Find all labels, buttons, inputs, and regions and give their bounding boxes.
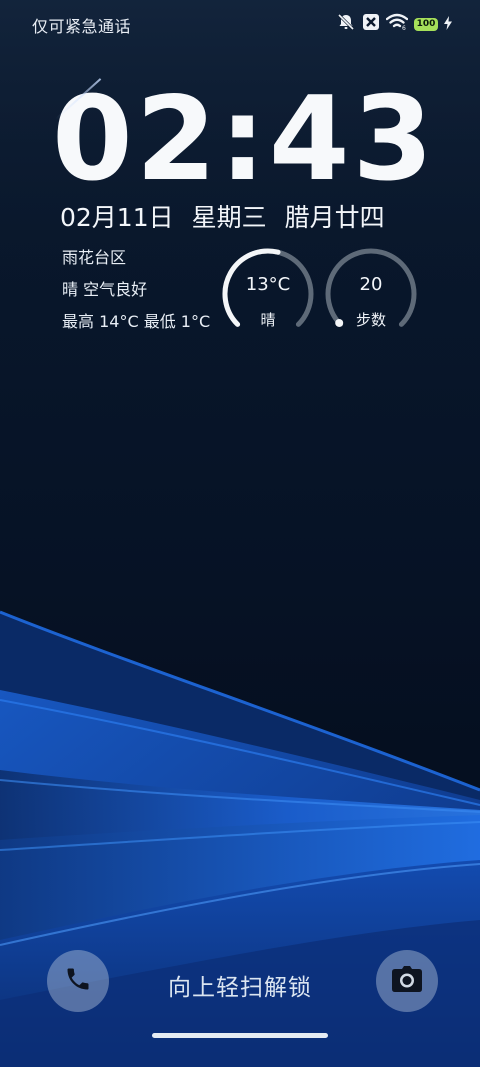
steps-label: 步数: [355, 311, 386, 329]
steps-gauge[interactable]: 20 步数: [323, 246, 419, 342]
date-day: 02月11日: [60, 203, 174, 232]
camera-icon: [391, 965, 423, 997]
charging-icon: [444, 15, 452, 34]
clock-time: 02:43: [52, 72, 437, 207]
camera-button[interactable]: [376, 950, 438, 1012]
temperature-gauge[interactable]: 13°C 晴: [220, 246, 316, 342]
date-lunar: 腊月廿四: [284, 203, 385, 232]
steps-value: 20: [359, 274, 383, 295]
weather-info[interactable]: 雨花台区 晴 空气良好 最高 14°C 最低 1°C: [62, 246, 210, 342]
battery-icon: 100: [414, 17, 438, 31]
date-line: 02月11日 星期三 腊月廿四: [60, 198, 403, 234]
temperature-value: 13°C: [245, 274, 291, 295]
home-indicator[interactable]: [152, 1033, 328, 1038]
weather-condition: 晴 空气良好: [62, 280, 148, 299]
wifi-icon: 6: [385, 13, 409, 35]
carrier-text: 仅可紧急通话: [32, 17, 132, 36]
temperature-label: 晴: [260, 311, 276, 329]
mute-bell-icon: [336, 13, 356, 35]
weather-location: 雨花台区: [62, 248, 127, 267]
status-bar: 仅可紧急通话 6 100: [0, 0, 480, 48]
date-weekday: 星期三: [191, 203, 267, 232]
svg-text:6: 6: [402, 25, 406, 31]
status-icons: 6 100: [336, 13, 452, 35]
no-sim-icon: [362, 13, 380, 35]
weather-high-low: 最高 14°C 最低 1°C: [62, 312, 211, 331]
